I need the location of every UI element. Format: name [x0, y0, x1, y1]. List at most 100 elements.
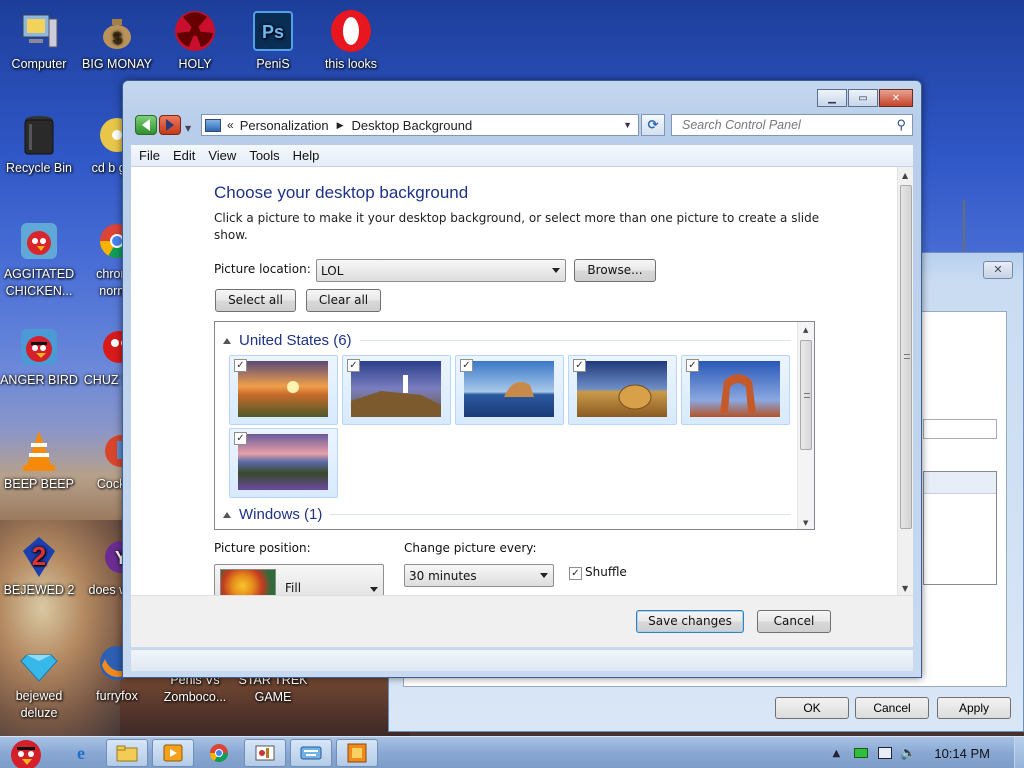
desktop-icon-this-looks[interactable]: this looks [312, 8, 390, 73]
desktop-icon-anger-bird[interactable]: ANGER BIRD [0, 324, 78, 389]
thumbnail-checkbox[interactable]: ✓ [460, 359, 473, 372]
menu-view[interactable]: View [208, 148, 236, 163]
breadcrumb-desktop-background[interactable]: Desktop Background [352, 118, 473, 133]
scroll-down-icon[interactable]: ▼ [902, 584, 908, 593]
picture-location-select[interactable]: LOL [316, 259, 566, 282]
collapse-triangle-icon[interactable] [223, 337, 231, 344]
forward-arrow-icon [166, 119, 174, 131]
apply-button[interactable]: Apply [937, 697, 1011, 719]
desktop-icon-label: BEJEWED 2 [3, 583, 75, 597]
thumbnail-checkbox[interactable]: ✓ [573, 359, 586, 372]
gallery-scroll-thumb[interactable] [800, 340, 812, 450]
recycle-bin-icon [16, 112, 62, 158]
desktop-icon-aggitated-chicken[interactable]: AGGITATED CHICKEN... [0, 218, 78, 300]
thumbnail-checkbox[interactable]: ✓ [686, 359, 699, 372]
wallpaper-thumbnail-lupine-lake[interactable]: ✓ [229, 428, 338, 498]
desktop-icon-holy[interactable]: HOLY [156, 8, 234, 73]
status-bar [131, 649, 913, 671]
browse-button[interactable]: Browse... [574, 259, 656, 282]
taskbar: e ▲ 🔈 10:14 PM [0, 736, 1024, 768]
forward-button[interactable] [159, 115, 181, 135]
taskbar-chrome[interactable] [198, 739, 240, 767]
maximize-button[interactable]: ▭ [848, 89, 878, 107]
wallpaper-thumbnail-hay-bale[interactable]: ✓ [568, 355, 677, 425]
search-icon[interactable]: ⚲ [896, 117, 906, 133]
menu-file[interactable]: File [139, 148, 160, 163]
taskbar-internet-explorer[interactable]: e [60, 739, 102, 767]
wallpaper-thumbnail-sea-rock[interactable]: ✓ [455, 355, 564, 425]
desktop-background-window: ▁ ▭ ✕ ▼ « Personalization ▶ Desktop Back… [122, 80, 922, 678]
collapse-triangle-icon[interactable] [223, 511, 231, 518]
menu-edit[interactable]: Edit [173, 148, 195, 163]
change-picture-label: Change picture every: [404, 541, 537, 555]
menu-help[interactable]: Help [293, 148, 320, 163]
wallpaper-thumbnail-delicate-arch[interactable]: ✓ [681, 355, 790, 425]
menu-tools[interactable]: Tools [249, 148, 279, 163]
show-desktop-button[interactable] [1014, 737, 1024, 768]
taskbar-clock[interactable]: 10:14 PM [934, 746, 990, 761]
select-all-button[interactable]: Select all [215, 289, 296, 312]
scroll-up-icon[interactable]: ▲ [803, 326, 808, 334]
clear-all-button[interactable]: Clear all [306, 289, 381, 312]
taskbar-explorer[interactable] [106, 739, 148, 767]
thumbnail-checkbox[interactable]: ✓ [234, 432, 247, 445]
taskbar-paint[interactable] [244, 739, 286, 767]
picture-location-label: Picture location: [214, 262, 311, 276]
desktop-icon-big-monay[interactable]: $ BIG MONAY [78, 8, 156, 73]
content-scrollbar[interactable]: ▲ ▼ [897, 167, 913, 595]
desktop-icon-bejewed-deluze[interactable]: bejewed deluze [0, 640, 78, 722]
dialog-text-field[interactable] [923, 419, 997, 439]
dialog-close-button[interactable]: ✕ [983, 261, 1013, 279]
address-overflow-chevron[interactable]: « [227, 118, 234, 132]
minimize-button[interactable]: ▁ [817, 89, 847, 107]
address-dropdown-icon[interactable]: ▼ [623, 120, 632, 130]
back-button[interactable] [135, 115, 157, 135]
desktop-icon-label: Computer [11, 57, 67, 71]
group-header-windows[interactable]: Windows (1) [223, 506, 791, 523]
refresh-icon: ⟳ [647, 117, 659, 133]
taskbar-personalization[interactable] [336, 739, 378, 767]
scroll-down-icon[interactable]: ▼ [803, 519, 808, 527]
thumbnail-checkbox[interactable]: ✓ [234, 359, 247, 372]
close-button[interactable]: ✕ [879, 89, 913, 107]
search-control-panel-input[interactable]: Search Control Panel ⚲ [671, 114, 913, 136]
breadcrumb-separator-icon[interactable]: ▶ [337, 120, 344, 131]
recent-pages-dropdown-icon[interactable]: ▼ [185, 124, 191, 133]
change-picture-interval-select[interactable]: 30 minutes [404, 564, 554, 587]
shuffle-checkbox[interactable]: ✓ [569, 567, 582, 580]
dialog-cancel-button[interactable]: Cancel [855, 697, 929, 719]
dialog-list[interactable] [923, 471, 997, 585]
network-icon[interactable] [878, 747, 893, 759]
ok-button[interactable]: OK [775, 697, 849, 719]
cancel-button[interactable]: Cancel [757, 610, 831, 633]
taskbar-media-player[interactable] [152, 739, 194, 767]
wallpaper-thumbnail-lighthouse[interactable]: ✓ [342, 355, 451, 425]
desktop-icon-penis-photoshop[interactable]: Ps PeniS [234, 8, 312, 73]
volume-icon[interactable]: 🔈 [900, 746, 916, 761]
desktop-icon-computer[interactable]: Computer [0, 8, 78, 73]
picture-gallery: United States (6) ✓ ✓ ✓ ✓ ✓ ✓ Windows (1… [214, 321, 815, 530]
group-divider [330, 514, 791, 515]
address-bar[interactable]: « Personalization ▶ Desktop Background ▼ [201, 114, 639, 136]
group-header-united-states[interactable]: United States (6) [223, 332, 791, 349]
refresh-button[interactable]: ⟳ [641, 114, 665, 136]
breadcrumb-personalization[interactable]: Personalization [240, 118, 329, 133]
taskbar-keyboard[interactable] [290, 739, 332, 767]
picture-position-select[interactable]: Fill [214, 564, 384, 595]
content-scroll-thumb[interactable] [900, 185, 912, 529]
gallery-scrollbar[interactable]: ▲ ▼ [797, 322, 814, 529]
desktop-wallpaper-mast [963, 200, 965, 260]
desktop-icon-recycle-bin[interactable]: Recycle Bin [0, 112, 78, 177]
desktop-icon-beep-beep[interactable]: BEEP BEEP [0, 428, 78, 493]
battery-icon[interactable] [854, 748, 869, 758]
wallpaper-thumbnail-sunset-field[interactable]: ✓ [229, 355, 338, 425]
desktop-icon-bejewed-2[interactable]: 2 BEJEWED 2 [0, 534, 78, 599]
photoshop-icon: Ps [250, 8, 296, 54]
save-changes-button[interactable]: Save changes [636, 610, 744, 633]
scroll-up-icon[interactable]: ▲ [902, 171, 908, 180]
thumbnail-checkbox[interactable]: ✓ [347, 359, 360, 372]
grip-icon [804, 393, 810, 398]
navigation-buttons: ▼ [135, 115, 191, 135]
start-button[interactable] [4, 733, 48, 768]
show-hidden-icons-icon[interactable]: ▲ [832, 748, 840, 759]
